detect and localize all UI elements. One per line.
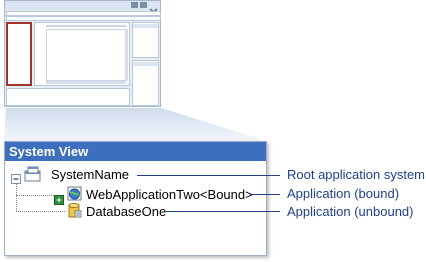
leader-line-root <box>137 175 280 176</box>
web-application-icon <box>66 185 83 202</box>
database-icon <box>66 202 83 219</box>
tree-node-web-application[interactable]: WebApplicationTwo<Bound> <box>86 187 253 202</box>
leader-line-bound <box>250 194 280 195</box>
tree-connector-child2 <box>16 211 65 212</box>
panel-title: System View <box>9 144 89 159</box>
callout-unbound: Application (unbound) <box>287 204 414 219</box>
callout-root: Root application system <box>287 167 426 182</box>
tree-connector-child1 <box>16 195 54 196</box>
expand-icon[interactable] <box>54 190 64 205</box>
tree-node-database[interactable]: DatabaseOne <box>86 204 166 219</box>
collapse-icon[interactable] <box>11 169 21 184</box>
callout-bound: Application (bound) <box>287 186 400 201</box>
leader-line-unbound <box>166 211 280 212</box>
tree-node-root[interactable]: SystemName <box>51 167 129 182</box>
system-icon <box>24 166 42 182</box>
